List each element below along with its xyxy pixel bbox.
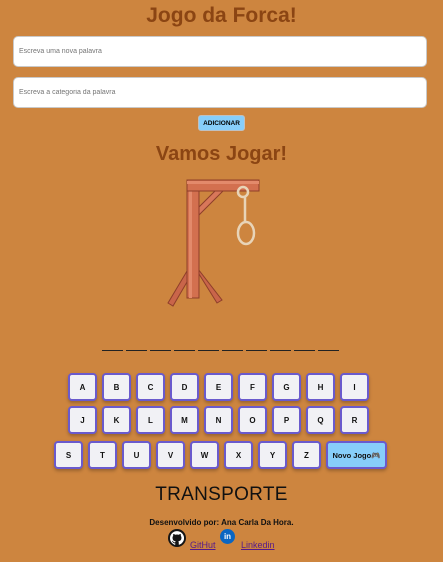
key-e[interactable]: E bbox=[204, 373, 233, 401]
key-q[interactable]: Q bbox=[306, 406, 335, 434]
letter-slot bbox=[174, 343, 195, 351]
key-i[interactable]: I bbox=[340, 373, 369, 401]
key-l[interactable]: L bbox=[136, 406, 165, 434]
new-word-input[interactable] bbox=[13, 36, 427, 67]
key-j[interactable]: J bbox=[68, 406, 97, 434]
letter-slot bbox=[198, 343, 219, 351]
add-word-button[interactable]: ADICIONAR bbox=[198, 115, 245, 131]
key-a[interactable]: A bbox=[68, 373, 97, 401]
key-p[interactable]: P bbox=[272, 406, 301, 434]
github-link[interactable]: GitHut bbox=[190, 540, 216, 550]
key-b[interactable]: B bbox=[102, 373, 131, 401]
linkedin-link[interactable]: Linkedin bbox=[241, 540, 275, 550]
github-icon[interactable] bbox=[168, 529, 186, 547]
keyboard-row-1: A B C D E F G H I bbox=[68, 373, 369, 401]
gallows-illustration bbox=[167, 179, 260, 307]
category-label: TRANSPORTE bbox=[155, 484, 288, 505]
key-x[interactable]: X bbox=[224, 441, 253, 469]
word-blanks bbox=[102, 343, 339, 351]
new-game-button[interactable]: Novo Jogo🎮 bbox=[326, 441, 387, 469]
key-o[interactable]: O bbox=[238, 406, 267, 434]
letter-slot bbox=[246, 343, 267, 351]
key-g[interactable]: G bbox=[272, 373, 301, 401]
letter-slot bbox=[222, 343, 243, 351]
game-subtitle: Vamos Jogar! bbox=[155, 143, 288, 165]
letter-slot bbox=[126, 343, 147, 351]
social-links: GitHut in Linkedin bbox=[168, 529, 308, 553]
key-t[interactable]: T bbox=[88, 441, 117, 469]
letter-slot bbox=[318, 343, 339, 351]
letter-slot bbox=[150, 343, 171, 351]
key-z[interactable]: Z bbox=[292, 441, 321, 469]
key-v[interactable]: V bbox=[156, 441, 185, 469]
letter-slot bbox=[102, 343, 123, 351]
github-logo-glyph bbox=[170, 531, 184, 545]
key-m[interactable]: M bbox=[170, 406, 199, 434]
key-d[interactable]: D bbox=[170, 373, 199, 401]
key-u[interactable]: U bbox=[122, 441, 151, 469]
keyboard-row-3: S T U V W X Y Z Novo Jogo🎮 bbox=[54, 441, 387, 469]
key-y[interactable]: Y bbox=[258, 441, 287, 469]
key-n[interactable]: N bbox=[204, 406, 233, 434]
developer-credit: Desenvolvido por: Ana Carla Da Hora. bbox=[149, 518, 294, 527]
letter-slot bbox=[270, 343, 291, 351]
category-input[interactable] bbox=[13, 77, 427, 108]
key-c[interactable]: C bbox=[136, 373, 165, 401]
key-f[interactable]: F bbox=[238, 373, 267, 401]
key-k[interactable]: K bbox=[102, 406, 131, 434]
key-w[interactable]: W bbox=[190, 441, 219, 469]
key-r[interactable]: R bbox=[340, 406, 369, 434]
key-s[interactable]: S bbox=[54, 441, 83, 469]
letter-slot bbox=[294, 343, 315, 351]
key-h[interactable]: H bbox=[306, 373, 335, 401]
page-title: Jogo da Forca! bbox=[146, 4, 297, 27]
linkedin-icon[interactable]: in bbox=[220, 529, 235, 544]
keyboard-row-2: J K L M N O P Q R bbox=[68, 406, 369, 434]
